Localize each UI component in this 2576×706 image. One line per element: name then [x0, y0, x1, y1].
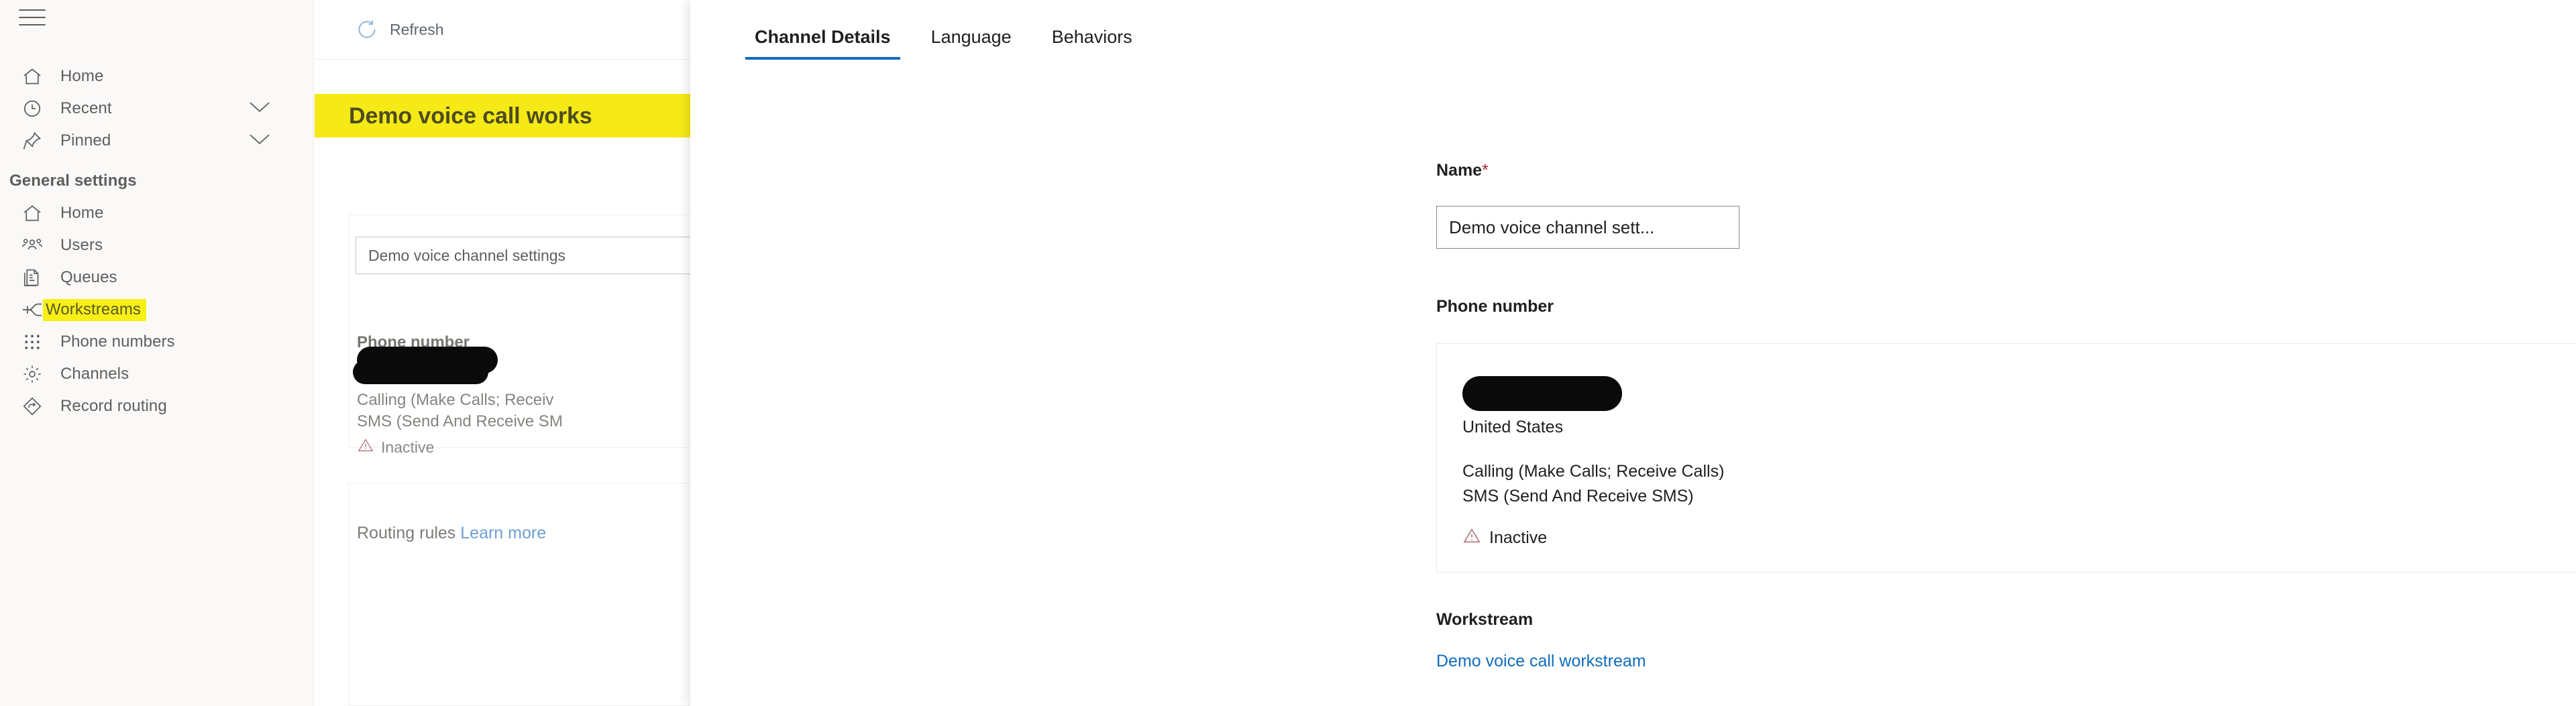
workstream-icon: [19, 296, 46, 323]
page-title: Demo voice call works: [349, 103, 592, 129]
home-icon: [19, 200, 46, 227]
clock-icon: [19, 95, 46, 122]
routing-rules-heading: Routing rules Learn more: [357, 524, 546, 543]
tab-behaviors[interactable]: Behaviors: [1042, 27, 1142, 60]
refresh-label: Refresh: [390, 20, 444, 38]
sidebar-item-home[interactable]: Home: [0, 60, 313, 93]
refresh-icon: [355, 17, 379, 42]
name-label-text: Name: [1436, 161, 1483, 180]
sidebar-item-label: Workstreams: [43, 298, 147, 321]
required-marker: *: [1482, 161, 1489, 180]
status-badge: Inactive: [1462, 526, 1547, 550]
sidebar-item-record-routing[interactable]: Record routing: [0, 390, 313, 422]
redacted-phone-number: [353, 360, 488, 384]
chevron-down-icon[interactable]: [248, 133, 271, 150]
hamburger-bar: [19, 24, 46, 25]
pin-icon: [19, 127, 46, 154]
command-bar: Refresh: [315, 0, 690, 60]
hamburger-bar: [19, 9, 46, 11]
sidebar-item-queues[interactable]: Queues: [0, 261, 313, 294]
sidebar-item-label: Recent: [60, 99, 112, 117]
queues-icon: [19, 264, 46, 291]
page-title-highlight-wrap: Demo voice call works: [315, 94, 690, 137]
chevron-down-icon[interactable]: [248, 101, 271, 117]
status-text: Inactive: [381, 438, 435, 456]
status-text: Inactive: [1489, 528, 1548, 547]
main-content-column: Refresh Demo voice call works Demo voice…: [315, 0, 690, 706]
workstream-link[interactable]: Demo voice call workstream: [1436, 652, 1646, 671]
phone-capabilities: Calling (Make Calls; Receive Calls) SMS …: [1462, 459, 1724, 508]
routing-rules-label: Routing rules: [357, 524, 456, 542]
sidebar-item-pinned[interactable]: Pinned: [0, 125, 313, 157]
hamburger-bar: [19, 17, 46, 18]
highlight-marker: Demo voice call works: [315, 94, 690, 137]
left-sidebar: Home Recent Pinned General settings Home…: [0, 0, 314, 706]
gear-icon: [19, 361, 46, 388]
warning-icon: [357, 436, 374, 458]
sidebar-item-home-general[interactable]: Home: [0, 197, 313, 229]
channel-card: Demo voice channel settings Phone number…: [348, 215, 690, 456]
sidebar-item-recent[interactable]: Recent: [0, 93, 313, 125]
sidebar-item-channels[interactable]: Channels: [0, 358, 313, 390]
sidebar-item-label: Record routing: [60, 397, 167, 415]
routing-rules-card: Routing rules Learn more: [348, 483, 690, 706]
tab-channel-details[interactable]: Channel Details: [745, 27, 900, 60]
panel-tabs: Channel Details Language Behaviors: [745, 27, 1163, 60]
name-field-label: Name*: [1436, 161, 1489, 180]
hamburger-icon[interactable]: [19, 9, 46, 28]
phone-number-field-label: Phone number: [1436, 297, 1554, 316]
channel-details-panel: Channel Details Language Behaviors Name*…: [690, 0, 2576, 706]
sidebar-item-users[interactable]: Users: [0, 229, 313, 261]
sidebar-item-phone-numbers[interactable]: Phone numbers: [0, 326, 313, 358]
sidebar-item-workstreams[interactable]: Workstreams: [0, 294, 313, 326]
phone-country: United States: [1462, 418, 1564, 436]
workstream-field-label: Workstream: [1436, 610, 1534, 629]
home-icon: [19, 63, 46, 90]
capabilities-line-2: SMS (Send And Receive SM: [357, 412, 563, 430]
sidebar-item-label: Channels: [60, 365, 129, 383]
sidebar-item-label: Home: [60, 67, 104, 85]
redacted-phone-number: [1462, 376, 1622, 411]
users-icon: [19, 232, 46, 259]
sidebar-top-nav: Home Recent Pinned General settings Home…: [0, 60, 313, 422]
tab-language[interactable]: Language: [922, 27, 1021, 60]
sidebar-section-title: General settings: [9, 172, 137, 190]
capabilities-line-2: SMS (Send And Receive SMS): [1462, 486, 1694, 506]
sidebar-item-label: Phone numbers: [60, 333, 175, 351]
refresh-button[interactable]: Refresh: [355, 17, 444, 42]
dialpad-icon: [19, 329, 46, 355]
sidebar-item-label: Queues: [60, 268, 117, 286]
sidebar-item-label: Home: [60, 204, 104, 222]
phone-number-card: United States Calling (Make Calls; Recei…: [1436, 343, 2576, 573]
status-badge: Inactive: [357, 436, 434, 458]
capabilities-line-1: Calling (Make Calls; Receiv: [357, 391, 554, 409]
name-field[interactable]: Demo voice channel sett...: [1436, 206, 1739, 249]
warning-icon: [1462, 526, 1481, 550]
record-routing-icon: [19, 393, 46, 420]
sidebar-item-label: Users: [60, 236, 103, 254]
sidebar-item-label: Pinned: [60, 131, 111, 150]
learn-more-link[interactable]: Learn more: [460, 524, 546, 542]
capabilities-line-1: Calling (Make Calls; Receive Calls): [1462, 462, 1725, 481]
channel-name-input-readonly[interactable]: Demo voice channel settings: [356, 237, 690, 274]
